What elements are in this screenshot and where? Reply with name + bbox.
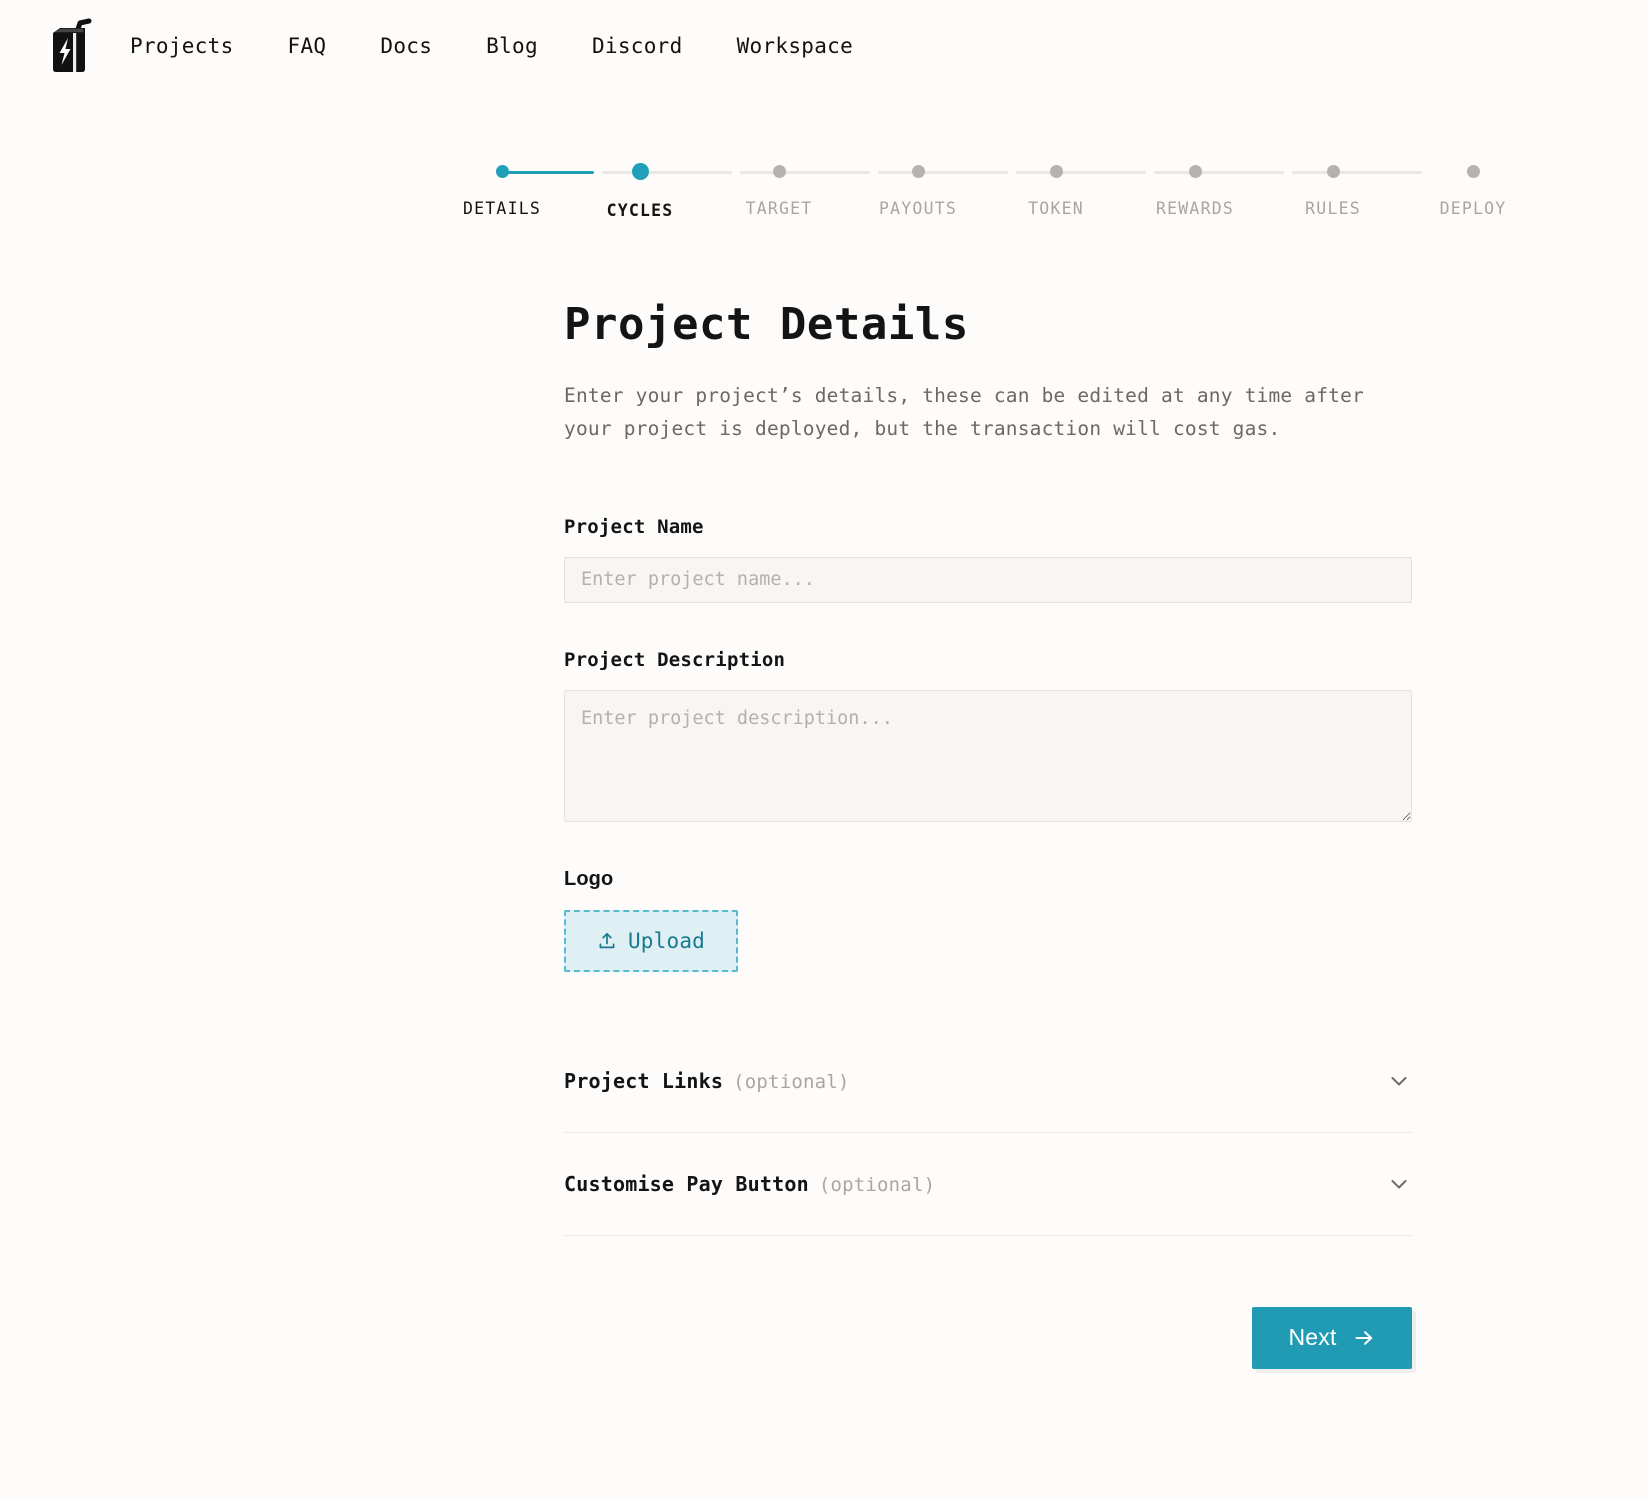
- juicebox-logo-icon[interactable]: [48, 17, 92, 75]
- project-description-label: Project Description: [564, 649, 1412, 671]
- stepper-dot-cycles: [632, 163, 649, 180]
- project-name-label: Project Name: [564, 516, 1412, 538]
- collapsible-customise-pay-button-optional: (optional): [819, 1174, 935, 1196]
- project-description-textarea[interactable]: [564, 690, 1412, 822]
- stepper-dot-rewards: [1189, 165, 1202, 178]
- logo-field-group: Logo Upload: [564, 868, 1412, 972]
- stepper-segment-2: [602, 171, 732, 174]
- logo-upload-button[interactable]: Upload: [564, 910, 738, 972]
- next-button-label: Next: [1288, 1324, 1336, 1351]
- main-nav: Projects FAQ Docs Blog Discord Workspace: [130, 28, 853, 64]
- chevron-down-icon[interactable]: [1386, 1068, 1412, 1094]
- form-actions: Next: [564, 1307, 1412, 1369]
- project-name-field-group: Project Name: [564, 516, 1412, 603]
- site-header: Projects FAQ Docs Blog Discord Workspace: [0, 0, 1648, 92]
- upload-icon: [597, 931, 617, 951]
- stepper-dot-details: [496, 165, 509, 178]
- collapsible-customise-pay-button[interactable]: Customise Pay Button (optional): [564, 1133, 1412, 1236]
- page-description: Enter your project’s details, these can …: [564, 379, 1376, 446]
- stepper-dot-payouts: [912, 165, 925, 178]
- collapsible-customise-pay-button-title: Customise Pay Button (optional): [564, 1172, 935, 1196]
- stepper-segment-6: [1154, 171, 1284, 174]
- stepper-label-rules: RULES: [1305, 199, 1361, 218]
- collapsible-project-links-optional: (optional): [733, 1071, 849, 1093]
- stepper-dot-token: [1050, 165, 1063, 178]
- stepper-dot-target: [773, 165, 786, 178]
- project-name-input[interactable]: [564, 557, 1412, 603]
- chevron-down-icon[interactable]: [1386, 1171, 1412, 1197]
- project-description-field-group: Project Description: [564, 649, 1412, 822]
- arrow-right-icon: [1352, 1326, 1376, 1350]
- stepper-segment-1: [502, 171, 594, 174]
- stepper-segment-4: [878, 171, 1008, 174]
- stepper-label-target: TARGET: [746, 199, 813, 218]
- stepper-label-payouts: PAYOUTS: [879, 199, 957, 218]
- progress-stepper: DETAILS CYCLES TARGET PAYOUTS TOKEN REWA…: [455, 160, 1515, 230]
- logo-label: Logo: [564, 868, 1412, 891]
- stepper-dot-rules: [1327, 165, 1340, 178]
- stepper-label-cycles: CYCLES: [607, 201, 674, 220]
- nav-link-discord[interactable]: Discord: [592, 28, 683, 64]
- project-details-form: Project Details Enter your project’s det…: [564, 300, 1412, 1369]
- stepper-dot-deploy: [1467, 165, 1480, 178]
- collapsible-project-links[interactable]: Project Links (optional): [564, 1030, 1412, 1133]
- nav-link-blog[interactable]: Blog: [486, 28, 538, 64]
- stepper-segment-3: [740, 171, 870, 174]
- stepper-track: DETAILS CYCLES TARGET PAYOUTS TOKEN REWA…: [455, 160, 1515, 184]
- stepper-label-details: DETAILS: [463, 199, 541, 218]
- stepper-label-deploy: DEPLOY: [1440, 199, 1507, 218]
- collapsible-project-links-title: Project Links (optional): [564, 1069, 850, 1093]
- collapsible-project-links-label: Project Links: [564, 1069, 723, 1093]
- nav-link-workspace[interactable]: Workspace: [737, 28, 854, 64]
- stepper-label-token: TOKEN: [1028, 199, 1084, 218]
- stepper-label-rewards: REWARDS: [1156, 199, 1234, 218]
- nav-link-projects[interactable]: Projects: [130, 28, 234, 64]
- logo-upload-label: Upload: [628, 929, 705, 953]
- stepper-segment-5: [1016, 171, 1146, 174]
- stepper-segment-7: [1292, 171, 1422, 174]
- page-title: Project Details: [564, 300, 1412, 351]
- nav-link-docs[interactable]: Docs: [380, 28, 432, 64]
- collapsible-customise-pay-button-label: Customise Pay Button: [564, 1172, 809, 1196]
- next-button[interactable]: Next: [1252, 1307, 1412, 1369]
- nav-link-faq[interactable]: FAQ: [288, 28, 327, 64]
